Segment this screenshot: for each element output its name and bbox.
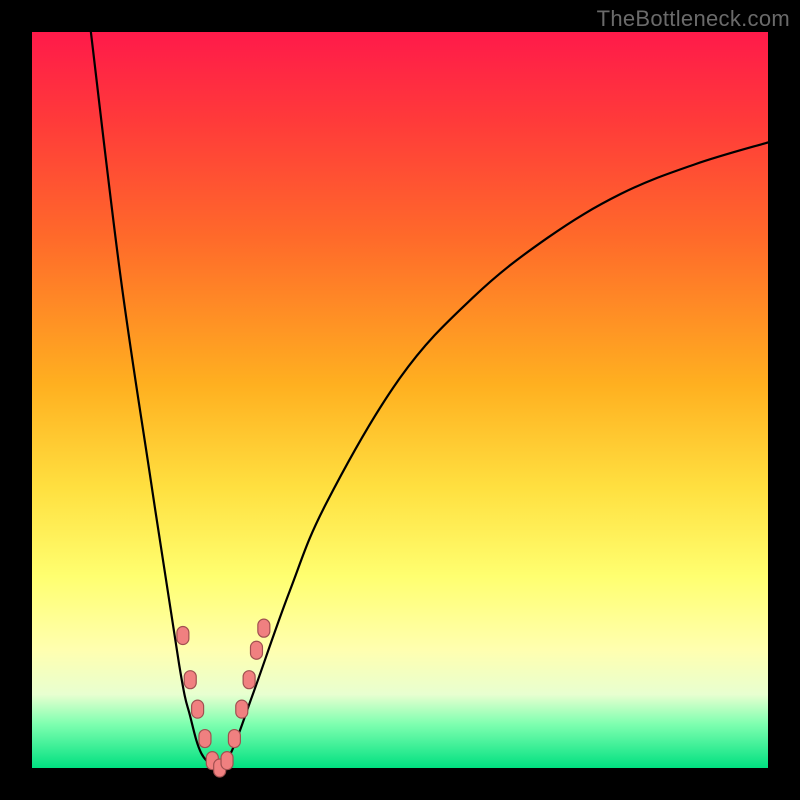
marker-point bbox=[184, 671, 196, 689]
marker-point bbox=[250, 641, 262, 659]
watermark-text: TheBottleneck.com bbox=[597, 6, 790, 32]
chart-plot-area bbox=[32, 32, 768, 768]
marker-point bbox=[228, 730, 240, 748]
marker-point bbox=[177, 627, 189, 645]
curve-left-branch bbox=[91, 32, 216, 768]
marker-point bbox=[192, 700, 204, 718]
marker-group bbox=[177, 619, 270, 777]
marker-point bbox=[243, 671, 255, 689]
curve-right-branch bbox=[216, 142, 768, 768]
marker-point bbox=[258, 619, 270, 637]
marker-point bbox=[236, 700, 248, 718]
marker-point bbox=[199, 730, 211, 748]
marker-point bbox=[221, 752, 233, 770]
chart-svg bbox=[32, 32, 768, 768]
